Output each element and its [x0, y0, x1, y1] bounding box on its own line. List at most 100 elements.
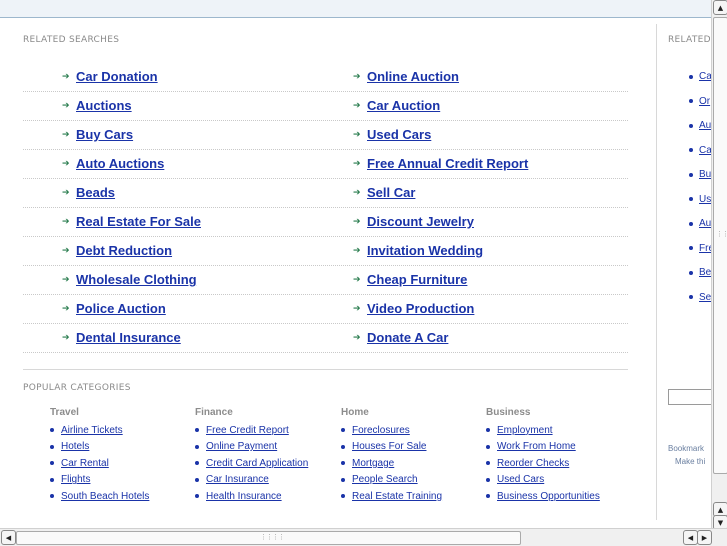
scroll-left-arrow-icon[interactable]: ◀	[683, 530, 698, 545]
side-related-link[interactable]: Ca	[699, 71, 712, 82]
scroll-left-arrow-icon[interactable]: ◀	[1, 530, 16, 545]
related-link[interactable]: Cheap Furniture	[367, 272, 467, 287]
category-link-item[interactable]: Airline Tickets	[50, 422, 190, 439]
side-related-link[interactable]: Au	[699, 218, 711, 229]
category-link[interactable]: Car Insurance	[206, 474, 269, 485]
side-related-link[interactable]: Us	[699, 194, 711, 205]
related-item[interactable]: ➔ Car Donation	[62, 69, 158, 84]
related-item[interactable]: ➔ Beads	[62, 185, 115, 200]
related-item[interactable]: ➔ Donate A Car	[353, 330, 448, 345]
side-related-item[interactable]: Se	[689, 292, 711, 303]
horizontal-scrollbar[interactable]: ◀ ⋮⋮⋮⋮ ◀ ▶	[0, 528, 727, 546]
category-link[interactable]: Flights	[61, 474, 90, 485]
related-link[interactable]: Buy Cars	[76, 127, 133, 142]
related-item[interactable]: ➔ Debt Reduction	[62, 243, 172, 258]
related-link[interactable]: Car Auction	[367, 98, 440, 113]
category-link[interactable]: South Beach Hotels	[61, 491, 149, 502]
related-item[interactable]: ➔ Free Annual Credit Report	[353, 156, 528, 171]
related-link[interactable]: Discount Jewelry	[367, 214, 474, 229]
related-link[interactable]: Sell Car	[367, 185, 415, 200]
make-homepage-link[interactable]: Make thi	[675, 457, 705, 466]
related-item[interactable]: ➔ Online Auction	[353, 69, 459, 84]
scroll-up-arrow-icon[interactable]: ▲	[713, 0, 727, 15]
related-link[interactable]: Invitation Wedding	[367, 243, 483, 258]
category-link[interactable]: Real Estate Training	[352, 491, 442, 502]
related-link[interactable]: Online Auction	[367, 69, 459, 84]
related-link[interactable]: Wholesale Clothing	[76, 272, 197, 287]
scroll-right-arrow-icon[interactable]: ▶	[697, 530, 712, 545]
category-link[interactable]: Used Cars	[497, 474, 544, 485]
related-item[interactable]: ➔ Sell Car	[353, 185, 415, 200]
category-link-item[interactable]: Hotels	[50, 439, 190, 456]
category-link[interactable]: Work From Home	[497, 441, 576, 452]
category-link-item[interactable]: Real Estate Training	[341, 488, 481, 505]
side-related-item[interactable]: Ca	[689, 145, 712, 156]
category-link[interactable]: Free Credit Report	[206, 425, 289, 436]
side-related-item[interactable]: Be	[689, 267, 711, 278]
related-item[interactable]: ➔ Car Auction	[353, 98, 440, 113]
related-link[interactable]: Free Annual Credit Report	[367, 156, 528, 171]
related-link[interactable]: Auto Auctions	[76, 156, 164, 171]
related-link[interactable]: Debt Reduction	[76, 243, 172, 258]
category-link[interactable]: Online Payment	[206, 441, 277, 452]
category-link-item[interactable]: Employment	[486, 422, 626, 439]
related-item[interactable]: ➔ Auctions	[62, 98, 132, 113]
related-item[interactable]: ➔ Dental Insurance	[62, 330, 181, 345]
category-link-item[interactable]: Flights	[50, 472, 190, 489]
related-link[interactable]: Real Estate For Sale	[76, 214, 201, 229]
category-link-item[interactable]: Houses For Sale	[341, 439, 481, 456]
category-link[interactable]: Business Opportunities	[497, 491, 600, 502]
side-related-link[interactable]: Se	[699, 292, 711, 303]
side-related-item[interactable]: Us	[689, 194, 711, 205]
related-link[interactable]: Used Cars	[367, 127, 431, 142]
category-link[interactable]: Credit Card Application	[206, 458, 308, 469]
category-link[interactable]: Airline Tickets	[61, 425, 123, 436]
side-related-item[interactable]: Au	[689, 218, 711, 229]
related-link[interactable]: Auctions	[76, 98, 132, 113]
category-link[interactable]: People Search	[352, 474, 418, 485]
category-link[interactable]: Foreclosures	[352, 425, 410, 436]
related-link[interactable]: Video Production	[367, 301, 474, 316]
related-link[interactable]: Police Auction	[76, 301, 166, 316]
related-item[interactable]: ➔ Real Estate For Sale	[62, 214, 201, 229]
related-item[interactable]: ➔ Police Auction	[62, 301, 166, 316]
category-link[interactable]: Health Insurance	[206, 491, 282, 502]
related-link[interactable]: Beads	[76, 185, 115, 200]
related-item[interactable]: ➔ Cheap Furniture	[353, 272, 467, 287]
related-link[interactable]: Donate A Car	[367, 330, 448, 345]
bookmark-link[interactable]: Bookmark	[668, 444, 704, 453]
side-related-item[interactable]: Or	[689, 96, 710, 107]
related-item[interactable]: ➔ Used Cars	[353, 127, 431, 142]
vertical-scroll-thumb[interactable]: ⋮⋮	[713, 17, 727, 474]
related-item[interactable]: ➔ Buy Cars	[62, 127, 133, 142]
category-link-item[interactable]: Foreclosures	[341, 422, 481, 439]
side-related-item[interactable]: Fre	[689, 243, 712, 254]
related-item[interactable]: ➔ Invitation Wedding	[353, 243, 483, 258]
category-link-item[interactable]: South Beach Hotels	[50, 488, 190, 505]
side-related-link[interactable]: Bu	[699, 169, 711, 180]
related-link[interactable]: Dental Insurance	[76, 330, 181, 345]
category-link-item[interactable]: Health Insurance	[195, 488, 335, 505]
side-related-item[interactable]: Ca	[689, 71, 712, 82]
category-link-item[interactable]: Credit Card Application	[195, 455, 335, 472]
related-item[interactable]: ➔ Wholesale Clothing	[62, 272, 197, 287]
side-related-item[interactable]: Bu	[689, 169, 711, 180]
category-link-item[interactable]: Car Insurance	[195, 472, 335, 489]
related-item[interactable]: ➔ Auto Auctions	[62, 156, 164, 171]
category-link-item[interactable]: Mortgage	[341, 455, 481, 472]
related-link[interactable]: Car Donation	[76, 69, 158, 84]
category-link-item[interactable]: Used Cars	[486, 472, 626, 489]
category-link-item[interactable]: Reorder Checks	[486, 455, 626, 472]
category-link[interactable]: Reorder Checks	[497, 458, 569, 469]
side-related-item[interactable]: Au	[689, 120, 711, 131]
category-link[interactable]: Car Rental	[61, 458, 109, 469]
category-link[interactable]: Employment	[497, 425, 553, 436]
category-link-item[interactable]: Business Opportunities	[486, 488, 626, 505]
category-link-item[interactable]: Work From Home	[486, 439, 626, 456]
related-item[interactable]: ➔ Discount Jewelry	[353, 214, 474, 229]
side-related-link[interactable]: Au	[699, 120, 711, 131]
category-link[interactable]: Hotels	[61, 441, 89, 452]
side-related-link[interactable]: Be	[699, 267, 711, 278]
category-link-item[interactable]: Free Credit Report	[195, 422, 335, 439]
related-item[interactable]: ➔ Video Production	[353, 301, 474, 316]
